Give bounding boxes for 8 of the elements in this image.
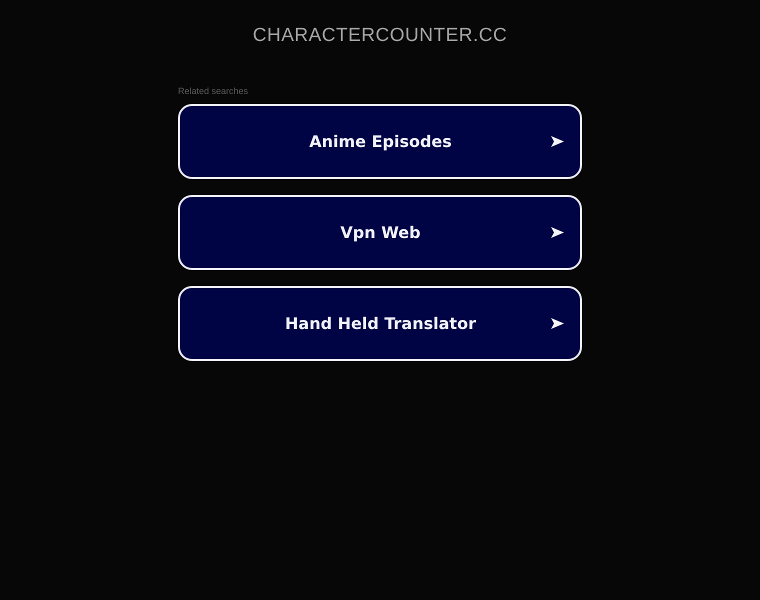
search-link[interactable]: Hand Held Translator: [178, 286, 582, 361]
section-heading: Related searches: [178, 86, 250, 97]
arrow-icon: [551, 136, 564, 147]
site-title: CHARACTERCOUNTER.CC: [252, 24, 508, 48]
search-link[interactable]: Vpn Web: [178, 195, 582, 270]
search-link[interactable]: Anime Episodes: [178, 104, 582, 179]
arrow-icon: [551, 227, 564, 238]
arrow-icon: [551, 318, 564, 329]
